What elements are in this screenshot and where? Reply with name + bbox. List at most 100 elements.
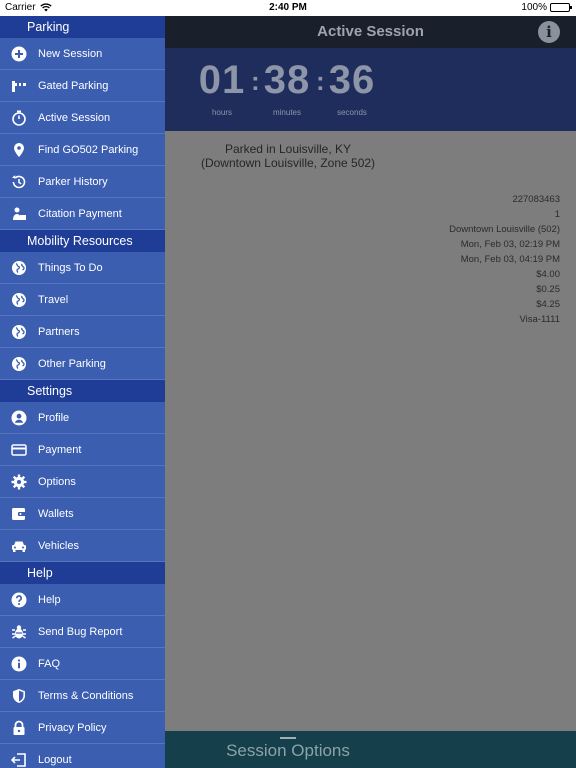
menu-item-gated-parking[interactable]: Gated Parking [0,70,165,102]
battery-percent: 100% [521,2,547,13]
menu-item-label: Gated Parking [38,79,109,92]
detail-value: Mon, Feb 03, 02:19 PM [460,239,560,250]
timer-seconds-value: 36 [328,58,376,102]
status-bar: Carrier 2:40 PM 100% [0,0,576,16]
citation-icon [10,205,28,223]
menu-item-travel[interactable]: Travel [0,284,165,316]
shield-icon [10,687,28,705]
menu-item-label: Travel [38,293,69,306]
detail-value: Downtown Louisville (502) [449,224,560,235]
menu-item-label: Wallets [38,507,74,520]
timer-minutes-label: minutes [272,108,301,117]
detail-value: $0.25 [536,284,560,295]
menu-item-vehicles[interactable]: Vehicles [0,530,165,562]
menu-item-label: Vehicles [38,539,79,552]
section-header-mobility: Mobility Resources [0,230,165,252]
menu-item-terms-conditions[interactable]: Terms & Conditions [0,680,165,712]
info-icon[interactable]: i [538,21,560,43]
map-pin-icon [10,141,28,159]
gear-icon [10,473,28,491]
timer-minutes: 38 minutes [257,58,317,117]
user-icon [10,409,28,427]
menu-item-label: FAQ [38,657,61,670]
battery-indicator: 100% [521,2,572,13]
menu-item-partners[interactable]: Partners [0,316,165,348]
gate-icon [10,77,28,95]
menu-item-things-to-do[interactable]: Things To Do [0,252,165,284]
timer-seconds-label: seconds [337,108,367,117]
menu-item-logout[interactable]: Logout [0,744,165,768]
section-header-help: Help [0,562,165,584]
menu-item-citation-payment[interactable]: Citation Payment [0,198,165,230]
menu-item-label: Citation Payment [38,207,122,220]
plus-circle-icon [10,45,28,63]
detail-value: Visa-1111 [519,314,561,325]
clock: 2:40 PM [269,2,307,13]
battery-icon [550,3,572,12]
section-header-parking: Parking [0,16,165,38]
menu-item-label: Send Bug Report [38,625,123,638]
credit-card-icon [10,441,28,459]
section-header-settings: Settings [0,380,165,402]
session-options-bar[interactable]: Session Options [165,731,576,768]
location-zone: (Downtown Louisville, Zone 502) [200,156,376,170]
globe-icon [10,323,28,341]
menu-item-label: Profile [38,411,70,424]
menu-item-label: Help [38,593,61,606]
menu-item-label: Parker History [38,175,108,188]
globe-icon [10,259,28,277]
detail-value: 1 [554,209,560,220]
logout-icon [10,751,28,768]
menu-item-profile[interactable]: Profile [0,402,165,434]
menu-item-other-parking[interactable]: Other Parking [0,348,165,380]
menu-item-label: New Session [38,47,103,60]
drag-handle[interactable] [280,737,296,739]
history-icon [10,173,28,191]
timer-hours-value: 01 [198,58,246,102]
menu-item-label: Options [38,475,76,488]
menu-item-help[interactable]: Help [0,584,165,616]
timer-minutes-value: 38 [263,58,311,102]
stopwatch-icon [10,109,28,127]
globe-icon [10,291,28,309]
navigation-bar: Active Session i [165,16,576,48]
menu-item-label: Things To Do [38,261,103,274]
menu-item-label: Privacy Policy [38,721,107,734]
bug-icon [10,623,28,641]
session-details: 227083463 1 Downtown Louisville (502) Mo… [449,192,560,327]
timer-hours-label: hours [211,108,232,117]
detail-value: 227083463 [512,194,560,205]
menu-item-label: Find GO502 Parking [38,143,139,156]
timer-seconds: 36 seconds [322,58,382,117]
lock-icon [10,719,28,737]
session-options-label: Session Options [226,741,350,760]
menu-item-options[interactable]: Options [0,466,165,498]
session-timer: 01 hours : 38 minutes : 36 seconds [165,48,576,131]
side-menu: Parking New Session Gated Parking Active… [0,16,165,768]
menu-item-parker-history[interactable]: Parker History [0,166,165,198]
menu-item-wallets[interactable]: Wallets [0,498,165,530]
menu-item-find-parking[interactable]: Find GO502 Parking [0,134,165,166]
menu-item-label: Partners [38,325,80,338]
timer-hours: 01 hours [192,58,252,117]
wallet-icon [10,505,28,523]
location-city: Parked in Louisville, KY [224,142,352,156]
menu-item-label: Active Session [38,111,111,124]
menu-item-payment[interactable]: Payment [0,434,165,466]
page-title: Active Session [317,23,424,40]
menu-item-label: Logout [38,753,72,766]
menu-item-new-session[interactable]: New Session [0,38,165,70]
menu-item-faq[interactable]: FAQ [0,648,165,680]
detail-value: $4.25 [536,299,560,310]
globe-icon [10,355,28,373]
parking-location: Parked in Louisville, KY (Downtown Louis… [165,142,411,170]
menu-item-privacy-policy[interactable]: Privacy Policy [0,712,165,744]
menu-item-active-session[interactable]: Active Session [0,102,165,134]
active-session-screen: Active Session i 01 hours : 38 minutes :… [165,16,576,768]
car-icon [10,537,28,555]
detail-value: Mon, Feb 03, 04:19 PM [460,254,560,265]
info-icon [10,655,28,673]
menu-item-send-bug-report[interactable]: Send Bug Report [0,616,165,648]
menu-item-label: Other Parking [38,357,106,370]
detail-value: $4.00 [536,269,560,280]
